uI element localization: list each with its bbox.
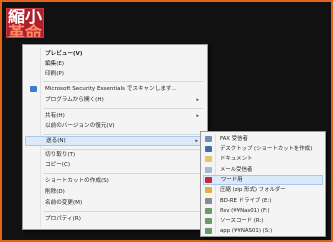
network-drive-icon: [205, 228, 212, 234]
menu-item-edit[interactable]: 編集(E): [25, 59, 205, 69]
menu-separator: [43, 81, 203, 82]
send-to-documents[interactable]: ドキュメント: [203, 154, 323, 164]
menu-item-mse-scan[interactable]: Microsoft Security Essentials でスキャンします..…: [25, 84, 205, 94]
context-menu: プレビュー(V) 編集(E) 印刷(P) Microsoft Security …: [22, 44, 208, 230]
menu-separator: [43, 134, 203, 135]
network-drive-icon: [205, 208, 212, 214]
menu-item-print[interactable]: 印刷(P): [25, 69, 205, 79]
menu-item-label: 切り取り(T): [45, 152, 76, 158]
file-thumbnail-line-2: 革命: [8, 24, 42, 38]
menu-item-open-with[interactable]: プログラムから開く(H) ▸: [25, 95, 205, 105]
menu-item-send-to[interactable]: 送る(N) ▸: [25, 136, 205, 146]
send-to-label: BD-RE ドライブ (E:): [220, 198, 272, 204]
send-to-zip[interactable]: 圧縮 (zip 形式) フォルダー: [203, 185, 323, 195]
send-to-label: FAX 受信者: [220, 136, 248, 142]
send-to-app[interactable]: app (¥¥NAS01) (S:): [203, 226, 323, 236]
menu-item-label: プログラムから開く(H): [45, 97, 104, 103]
file-thumbnail-icon[interactable]: 縮小 革命: [6, 8, 44, 38]
send-to-sourcecode[interactable]: ソースコード (R:): [203, 216, 323, 226]
zip-folder-icon: [205, 187, 212, 193]
security-essentials-icon: [30, 86, 37, 92]
menu-item-label: 編集(E): [45, 61, 65, 67]
fax-icon: [205, 136, 212, 142]
menu-item-label: 名前の変更(M): [45, 200, 83, 206]
send-to-submenu: FAX 受信者 デスクトップ (ショートカットを作成) ドキュメント メール受信…: [200, 131, 326, 237]
send-to-label: メール受信者: [220, 167, 253, 173]
menu-item-label: 印刷(P): [45, 71, 64, 77]
menu-item-create-shortcut[interactable]: ショートカットの作成(S): [25, 176, 205, 186]
desktop-icon: [205, 146, 212, 152]
network-drive-icon: [205, 218, 212, 224]
menu-item-label: プレビュー(V): [45, 51, 83, 57]
submenu-arrow-icon: ▸: [196, 113, 199, 119]
send-to-label: flsv (¥¥Nas01) (F:): [220, 208, 270, 214]
menu-item-copy[interactable]: コピー(C): [25, 160, 205, 170]
send-to-label: 圧縮 (zip 形式) フォルダー: [220, 187, 286, 193]
send-to-desktop[interactable]: デスクトップ (ショートカットを作成): [203, 144, 323, 154]
menu-item-preview[interactable]: プレビュー(V): [25, 49, 205, 59]
menu-item-label: Microsoft Security Essentials でスキャンします..…: [45, 86, 177, 92]
send-to-word[interactable]: ワード用: [203, 175, 323, 185]
menu-separator: [43, 173, 203, 174]
optical-drive-icon: [205, 198, 212, 204]
mail-icon: [205, 167, 212, 173]
send-to-label: ソースコード (R:): [220, 218, 264, 224]
send-to-label: ドキュメント: [220, 156, 253, 162]
menu-item-label: 以前のバージョンの復元(V): [45, 123, 115, 129]
menu-item-label: 共有(H): [45, 113, 65, 119]
send-to-bd-drive[interactable]: BD-RE ドライブ (E:): [203, 196, 323, 206]
menu-item-label: 送る(N): [46, 138, 66, 144]
menu-item-restore-versions[interactable]: 以前のバージョンの復元(V): [25, 121, 205, 131]
send-to-label: デスクトップ (ショートカットを作成): [220, 146, 313, 152]
menu-item-label: 削除(D): [45, 189, 65, 195]
menu-item-rename[interactable]: 名前の変更(M): [25, 198, 205, 208]
menu-item-properties[interactable]: プロパティ(R): [25, 214, 205, 224]
menu-item-label: プロパティ(R): [45, 216, 81, 222]
word-shortcut-icon: [205, 177, 212, 183]
submenu-arrow-icon: ▸: [195, 138, 198, 144]
send-to-flsv[interactable]: flsv (¥¥Nas01) (F:): [203, 206, 323, 216]
menu-separator: [43, 108, 203, 109]
menu-item-label: コピー(C): [45, 162, 71, 168]
send-to-fax[interactable]: FAX 受信者: [203, 134, 323, 144]
send-to-label: app (¥¥NAS01) (S:): [220, 228, 273, 234]
menu-item-share[interactable]: 共有(H) ▸: [25, 111, 205, 121]
menu-item-cut[interactable]: 切り取り(T): [25, 150, 205, 160]
menu-separator: [43, 211, 203, 212]
send-to-label: ワード用: [221, 177, 243, 183]
documents-icon: [205, 156, 212, 162]
send-to-mail[interactable]: メール受信者: [203, 165, 323, 175]
menu-item-label: ショートカットの作成(S): [45, 178, 109, 184]
submenu-arrow-icon: ▸: [196, 97, 199, 103]
menu-item-delete[interactable]: 削除(D): [25, 187, 205, 197]
